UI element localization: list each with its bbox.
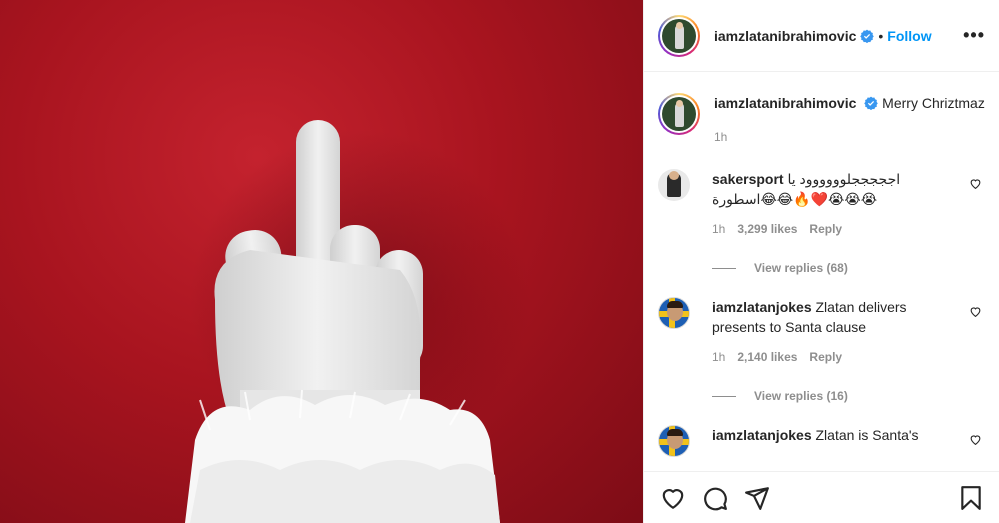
caption-username[interactable]: iamzlatanibrahimovic [714, 95, 856, 111]
comment-item: iamzlatanjokes Zlatan is Santa's [658, 425, 986, 457]
reply-button[interactable]: Reply [809, 219, 842, 239]
instagram-post: iamzlatanibrahimovic • Follow ••• iamzla… [0, 0, 999, 523]
comment-item: sakersport اجججججلوووووود يا اسطورة😂😂🔥❤️… [658, 169, 986, 239]
caption-time[interactable]: 1h [714, 127, 985, 147]
commenter-avatar[interactable] [658, 425, 690, 457]
comment-time[interactable]: 1h [712, 219, 725, 239]
verified-badge-icon [864, 96, 879, 110]
follow-button[interactable]: Follow [887, 28, 931, 44]
view-replies-label: View replies (68) [754, 261, 848, 275]
reply-button[interactable]: Reply [809, 347, 842, 367]
bookmark-icon[interactable] [958, 485, 984, 511]
divider-line [712, 395, 736, 397]
santa-glove-illustration [185, 120, 530, 523]
divider-line [712, 267, 736, 269]
heart-icon[interactable] [969, 177, 982, 190]
commenter-username[interactable]: iamzlatanjokes [712, 299, 812, 315]
comment-text: Zlatan is Santa's [815, 427, 919, 443]
post-action-bar [644, 471, 999, 523]
verified-badge-icon [860, 29, 875, 43]
view-replies-button[interactable]: View replies (68) [712, 261, 986, 275]
heart-icon[interactable] [969, 433, 982, 446]
commenter-avatar[interactable] [658, 297, 690, 329]
author-avatar[interactable] [658, 14, 700, 57]
author-username[interactable]: iamzlatanibrahimovic [714, 28, 856, 44]
comment-likes[interactable]: 3,299 likes [737, 219, 797, 239]
heart-icon[interactable] [969, 305, 982, 318]
separator-dot: • [878, 27, 884, 44]
caption-text: Merry Chriztmaz [882, 95, 985, 111]
comment-time[interactable]: 1h [712, 347, 725, 367]
post-side-panel: iamzlatanibrahimovic • Follow ••• iamzla… [643, 0, 999, 523]
comment-icon[interactable] [702, 485, 728, 511]
caption-avatar[interactable] [658, 93, 700, 135]
heart-icon[interactable] [660, 485, 686, 511]
commenter-username[interactable]: sakersport [712, 171, 784, 187]
post-caption: iamzlatanibrahimovic Merry Chriztmaz 1h [658, 93, 986, 147]
view-replies-label: View replies (16) [754, 389, 848, 403]
view-replies-button[interactable]: View replies (16) [712, 389, 986, 403]
commenter-avatar[interactable] [658, 169, 690, 201]
post-image[interactable] [0, 0, 643, 523]
comments-list[interactable]: iamzlatanibrahimovic Merry Chriztmaz 1h [644, 73, 999, 470]
comment-likes[interactable]: 2,140 likes [737, 347, 797, 367]
more-icon[interactable]: ••• [963, 25, 985, 46]
post-header: iamzlatanibrahimovic • Follow ••• [644, 0, 999, 72]
comment-item: iamzlatanjokes Zlatan delivers presents … [658, 297, 986, 367]
commenter-username[interactable]: iamzlatanjokes [712, 427, 812, 443]
share-icon[interactable] [744, 485, 770, 511]
